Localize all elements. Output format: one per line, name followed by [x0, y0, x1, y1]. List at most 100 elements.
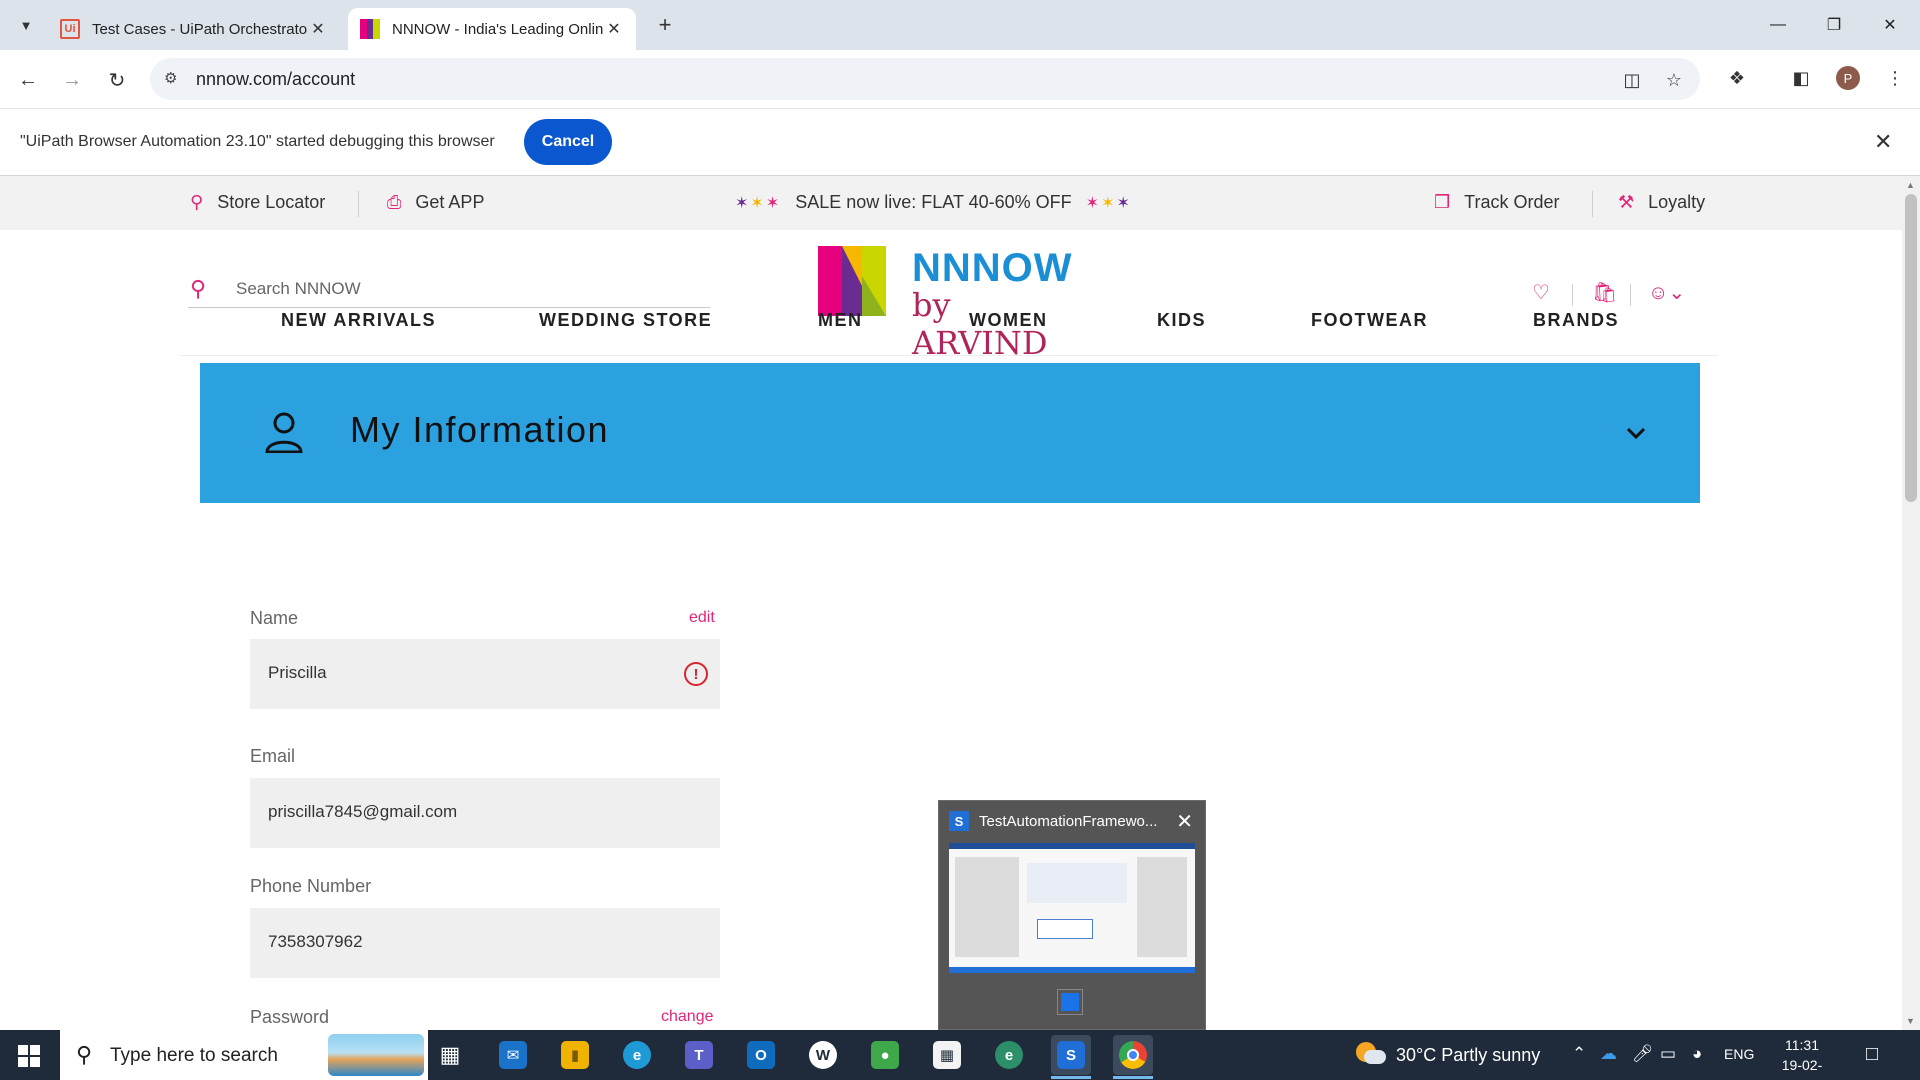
weather-widget[interactable]: 30°C Partly sunny: [1356, 1042, 1540, 1068]
profile-avatar[interactable]: P: [1836, 66, 1860, 90]
windows-taskbar: ⚲ Type here to search ▦ ✉ ▮ e T O W ● ▦ …: [0, 1030, 1920, 1080]
user-icon: [265, 412, 303, 453]
scroll-down-icon[interactable]: ▼: [1906, 1016, 1915, 1026]
change-password-link[interactable]: change: [661, 1008, 714, 1026]
track-order-link[interactable]: ❒ Track Order: [1434, 192, 1559, 213]
phone-field[interactable]: 7358307962: [250, 908, 720, 978]
wifi-icon[interactable]: ◕: [1692, 1044, 1702, 1064]
nav-men[interactable]: MEN: [818, 310, 863, 331]
nnnow-favicon-icon: [360, 19, 380, 39]
site-settings-icon[interactable]: ⚙: [164, 69, 184, 89]
clock-time: 11:31: [1785, 1037, 1819, 1053]
active-app-indicator: [1113, 1076, 1153, 1079]
mail-icon[interactable]: ✉: [493, 1035, 533, 1075]
install-app-icon[interactable]: ◫: [1620, 68, 1644, 92]
search-highlight-image: [328, 1034, 424, 1076]
edge-dev-icon[interactable]: e: [989, 1035, 1029, 1075]
warning-alert-icon: !: [684, 662, 708, 686]
partly-sunny-icon: [1356, 1042, 1386, 1068]
tab-uipath-orchestrator[interactable]: Ui Test Cases - UiPath Orchestrator ✕: [48, 8, 340, 50]
get-app-link[interactable]: ⎙ Get APP: [387, 192, 484, 213]
close-preview-icon[interactable]: ✕: [1176, 809, 1193, 834]
battery-icon[interactable]: ▭: [1660, 1044, 1676, 1064]
bookmark-star-icon[interactable]: ☆: [1662, 68, 1686, 92]
nav-women[interactable]: WOMEN: [969, 310, 1048, 331]
forward-arrow-icon[interactable]: →: [56, 64, 88, 96]
window-preview-image[interactable]: [949, 843, 1195, 973]
chrome-taskbar-icon[interactable]: [1113, 1035, 1153, 1075]
tab-title: NNNOW - India's Leading Online Shopping: [392, 20, 604, 38]
nav-new-arrivals[interactable]: NEW ARRIVALS: [281, 310, 436, 331]
tab-nnnow[interactable]: NNNOW - India's Leading Online Shopping …: [348, 8, 636, 50]
divider: [1592, 191, 1593, 217]
name-label: Name: [250, 608, 299, 628]
reload-icon[interactable]: ↻: [101, 64, 133, 96]
email-label: Email: [250, 746, 296, 766]
section-title: My Information: [350, 409, 610, 450]
minimize-icon[interactable]: —: [1750, 0, 1806, 50]
url-text: nnnow.com/account: [196, 69, 356, 89]
taskbar-window-preview[interactable]: S TestAutomationFramewo... ✕: [938, 800, 1206, 1030]
uipath-studio-icon: S: [949, 811, 969, 831]
side-panel-icon[interactable]: ◧: [1786, 63, 1816, 93]
language-indicator[interactable]: ENG: [1724, 1046, 1754, 1062]
chevron-down-icon[interactable]: [1624, 421, 1648, 445]
show-hidden-icons-chevron-icon[interactable]: ⌃: [1572, 1044, 1586, 1064]
new-tab-icon[interactable]: +: [650, 10, 680, 40]
nav-kids[interactable]: KIDS: [1157, 310, 1206, 331]
uipath-studio-taskbar-icon[interactable]: S: [1051, 1035, 1091, 1075]
back-arrow-icon[interactable]: ←: [12, 64, 44, 96]
store-locator-link[interactable]: ⚲ Store Locator: [190, 192, 325, 213]
scroll-up-icon[interactable]: ▲: [1906, 180, 1915, 190]
name-field[interactable]: Priscilla !: [250, 639, 720, 709]
extensions-puzzle-icon[interactable]: ❖: [1722, 63, 1752, 93]
page-scrollbar[interactable]: ▲ ▼: [1902, 176, 1920, 1030]
edit-name-link[interactable]: edit: [689, 609, 715, 627]
microsoft-store-icon[interactable]: ▦: [927, 1035, 967, 1075]
email-field[interactable]: priscilla7845@gmail.com: [250, 778, 720, 848]
file-explorer-icon[interactable]: ▮: [555, 1035, 595, 1075]
chat-app-icon[interactable]: ●: [865, 1035, 905, 1075]
infobar-message: "UiPath Browser Automation 23.10" starte…: [20, 133, 495, 150]
taskbar-search-placeholder: Type here to search: [110, 1045, 278, 1066]
teams-icon[interactable]: T: [679, 1035, 719, 1075]
restore-icon[interactable]: ❐: [1806, 0, 1862, 50]
close-infobar-icon[interactable]: ✕: [1874, 129, 1892, 155]
logo-wordmark: NNNOW: [912, 246, 1073, 290]
my-information-accordion[interactable]: My Information: [200, 363, 1700, 503]
onedrive-cloud-icon[interactable]: ☁: [1600, 1044, 1617, 1064]
loyalty-link[interactable]: ⚒ Loyalty: [1618, 192, 1705, 213]
scrollbar-thumb[interactable]: [1905, 194, 1917, 502]
weather-text: 30°C Partly sunny: [1396, 1044, 1541, 1065]
close-tab-icon[interactable]: ✕: [604, 19, 624, 39]
microphone-icon[interactable]: 🎤︎: [1632, 1044, 1654, 1064]
system-clock[interactable]: 11:31 19-02-2024: [1770, 1035, 1834, 1080]
taskbar-search-box[interactable]: ⚲ Type here to search: [60, 1030, 428, 1080]
windows-start-icon[interactable]: [18, 1045, 40, 1067]
nav-brands[interactable]: BRANDS: [1533, 310, 1619, 331]
media-stop-button[interactable]: [1057, 989, 1083, 1015]
search-icon: ⚲: [76, 1042, 93, 1067]
task-view-icon[interactable]: ▦: [430, 1035, 470, 1075]
nav-wedding-store[interactable]: WEDDING STORE: [539, 310, 712, 331]
browser-toolbar: ← → ↻ ⚙ nnnow.com/account ◫ ☆: [0, 50, 1920, 108]
sale-text: SALE now live: FLAT 40-60% OFF: [795, 192, 1072, 212]
outlook-icon[interactable]: O: [741, 1035, 781, 1075]
close-tab-icon[interactable]: ✕: [308, 19, 328, 39]
edge-browser-icon[interactable]: e: [617, 1035, 657, 1075]
get-app-label: Get APP: [415, 192, 485, 212]
notification-center-icon[interactable]: □: [1866, 1043, 1878, 1066]
app-w-icon[interactable]: W: [803, 1035, 843, 1075]
star-decoration-icon: ✶✶✶: [1085, 194, 1132, 212]
main-navigation: NEW ARRIVALS WEDDING STORE MEN WOMEN KID…: [180, 298, 1718, 356]
loyalty-label: Loyalty: [1648, 192, 1706, 212]
email-value: priscilla7845@gmail.com: [268, 802, 458, 821]
nav-footwear[interactable]: FOOTWEAR: [1311, 310, 1428, 331]
close-window-icon[interactable]: ✕: [1862, 0, 1918, 50]
chrome-menu-kebab-icon[interactable]: ⋮: [1880, 63, 1910, 93]
cancel-debugging-button[interactable]: Cancel: [524, 119, 612, 165]
sale-announcement[interactable]: ✶✶✶ SALE now live: FLAT 40-60% OFF ✶✶✶: [735, 192, 1132, 213]
address-bar[interactable]: ⚙ nnnow.com/account ◫ ☆: [150, 58, 1700, 100]
tab-search-chevron-icon[interactable]: ▼: [10, 9, 42, 41]
preview-title: TestAutomationFramewo...: [979, 812, 1158, 830]
